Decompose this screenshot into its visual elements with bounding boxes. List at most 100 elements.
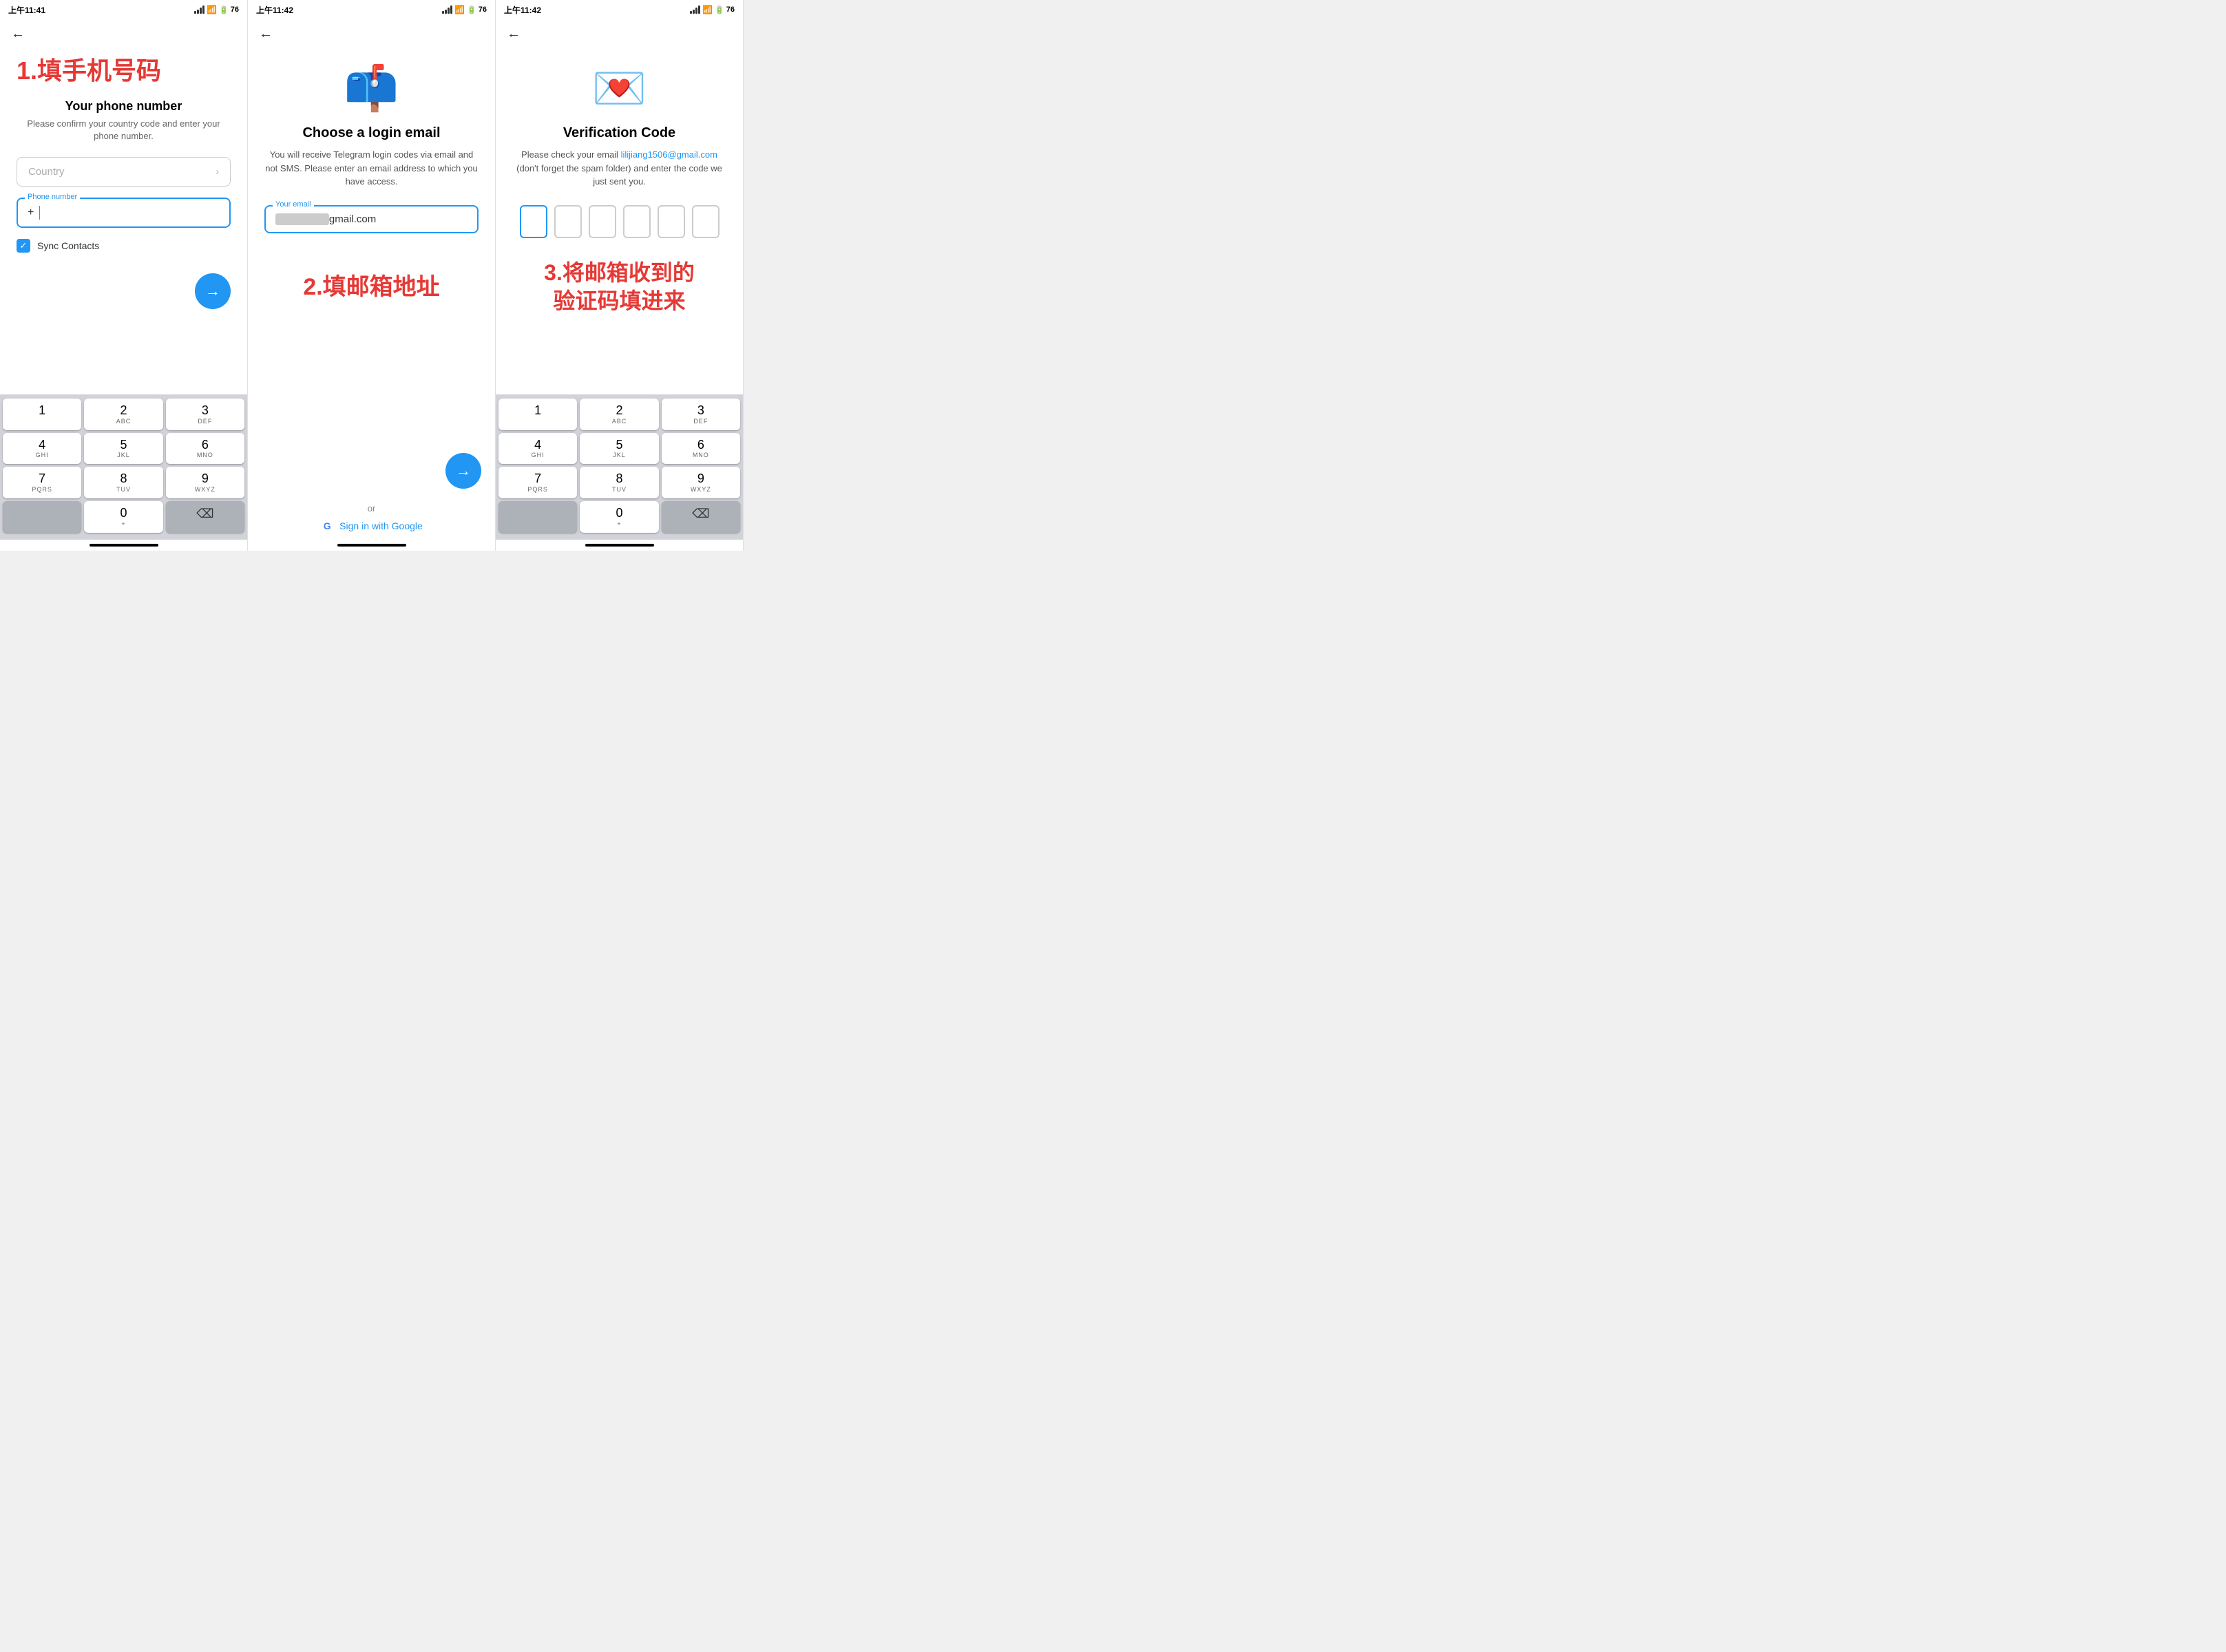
home-indicator-1 bbox=[90, 544, 158, 547]
key-num: 4 bbox=[498, 438, 577, 452]
time-2: 上午11:42 bbox=[256, 4, 293, 16]
key-2-3[interactable]: 6 MNO bbox=[166, 433, 244, 465]
key-num: 9 bbox=[662, 472, 740, 486]
phone-input-label: Phone number bbox=[25, 193, 80, 201]
verification-subtitle: Please check your email lilijiang1506@gm… bbox=[512, 148, 726, 189]
battery-1: 🔋 bbox=[219, 6, 229, 14]
key-2-2[interactable]: 5 JKL bbox=[84, 433, 162, 465]
key-num: 6 bbox=[662, 438, 740, 452]
key-2-1[interactable]: 4 GHI bbox=[3, 433, 81, 465]
verification-title: Verification Code bbox=[563, 125, 675, 141]
keyboard-row-3-1: 1 2 ABC 3 DEF bbox=[498, 399, 740, 430]
key3-3-3[interactable]: 9 WXYZ bbox=[662, 467, 740, 498]
key-letters: WXYZ bbox=[166, 486, 244, 493]
signal-icon-2 bbox=[442, 6, 452, 14]
keyboard-row-4: 0 + ⌫ bbox=[3, 501, 244, 533]
google-signin-label: Sign in with Google bbox=[339, 520, 423, 531]
code-box-2[interactable] bbox=[554, 205, 582, 238]
instruction-3: 3.将邮箱收到的验证码填进来 bbox=[544, 259, 695, 316]
key-num: 9 bbox=[166, 472, 244, 486]
key3-0[interactable]: 0 + bbox=[580, 501, 658, 533]
key3-2-2[interactable]: 5 JKL bbox=[580, 433, 658, 465]
battery-percent-2: 76 bbox=[479, 6, 487, 14]
phone-input-field[interactable]: Phone number + bbox=[17, 198, 231, 228]
key-backspace-1[interactable]: ⌫ bbox=[166, 501, 244, 533]
key3-2-3[interactable]: 6 MNO bbox=[662, 433, 740, 465]
home-indicator-3 bbox=[585, 544, 654, 547]
code-box-5[interactable] bbox=[658, 205, 685, 238]
key-3-3[interactable]: 9 WXYZ bbox=[166, 467, 244, 498]
key-letters: ABC bbox=[84, 418, 162, 425]
email-input-label: Your email bbox=[273, 200, 314, 209]
next-button-2[interactable]: → bbox=[445, 453, 481, 489]
key-letters: MNO bbox=[166, 452, 244, 458]
key-letters: MNO bbox=[662, 452, 740, 458]
sync-label: Sync Contacts bbox=[37, 240, 99, 251]
key-letters: DEF bbox=[662, 418, 740, 425]
keyboard-1: 1 2 ABC 3 DEF 4 GHI 5 JKL 6 MN bbox=[0, 394, 247, 540]
key3-3-2[interactable]: 8 TUV bbox=[580, 467, 658, 498]
screen2: 上午11:42 📶 🔋 76 ← 📫 Choose a login email … bbox=[248, 0, 496, 551]
key-letters: JKL bbox=[84, 452, 162, 458]
key-num: 0 bbox=[84, 507, 162, 520]
code-box-1[interactable] bbox=[520, 205, 547, 238]
wifi-icon: 📶 bbox=[207, 5, 217, 14]
status-icons-1: 📶 🔋 76 bbox=[194, 5, 239, 14]
back-button-3[interactable]: ← bbox=[496, 19, 743, 49]
phone-subtitle: Please confirm your country code and ent… bbox=[17, 118, 231, 142]
status-bar-1: 上午11:41 📶 🔋 76 bbox=[0, 0, 247, 19]
key3-blank bbox=[498, 501, 577, 533]
time-1: 上午11:41 bbox=[8, 4, 45, 16]
email-input-field[interactable]: Your email l••••••••••gmail.com bbox=[264, 205, 479, 233]
key3-1-3[interactable]: 3 DEF bbox=[662, 399, 740, 430]
keyboard-row-3-4: 0 + ⌫ bbox=[498, 501, 740, 533]
sync-checkbox[interactable]: ✓ bbox=[17, 239, 30, 253]
sync-contacts-row[interactable]: ✓ Sync Contacts bbox=[17, 239, 231, 253]
phone-cursor bbox=[39, 206, 40, 220]
key-num: 6 bbox=[166, 438, 244, 452]
code-box-3[interactable] bbox=[589, 205, 616, 238]
key3-2-1[interactable]: 4 GHI bbox=[498, 433, 577, 465]
key3-1-1[interactable]: 1 bbox=[498, 399, 577, 430]
key-1-2[interactable]: 2 ABC bbox=[84, 399, 162, 430]
key-1-3[interactable]: 3 DEF bbox=[166, 399, 244, 430]
keyboard-row-1: 1 2 ABC 3 DEF bbox=[3, 399, 244, 430]
phone-title: Your phone number bbox=[17, 99, 231, 114]
next-button-1[interactable]: → bbox=[195, 273, 231, 309]
mailbox-icon: 📫 bbox=[344, 63, 399, 114]
key3-3-1[interactable]: 7 PQRS bbox=[498, 467, 577, 498]
keyboard-3: 1 2 ABC 3 DEF 4 GHI 5 JKL 6 MN bbox=[496, 394, 743, 540]
battery-percent-1: 76 bbox=[231, 6, 239, 14]
key-num: 1 bbox=[498, 404, 577, 418]
key3-1-2[interactable]: 2 ABC bbox=[580, 399, 658, 430]
key-0[interactable]: 0 + bbox=[84, 501, 162, 533]
key-letters: GHI bbox=[3, 452, 81, 458]
key-letters: + bbox=[84, 520, 162, 527]
back-button-1[interactable]: ← bbox=[0, 19, 247, 49]
country-placeholder: Country bbox=[28, 166, 65, 178]
key-num: 5 bbox=[580, 438, 658, 452]
key-letters: GHI bbox=[498, 452, 577, 458]
google-icon: G bbox=[320, 519, 334, 533]
screen3: 上午11:42 📶 🔋 76 ← 💌 Verification Code Ple… bbox=[496, 0, 744, 551]
key-blank bbox=[3, 501, 81, 533]
code-box-4[interactable] bbox=[623, 205, 651, 238]
key-num: 2 bbox=[580, 404, 658, 418]
instruction-1: 1.填手机号码 bbox=[17, 56, 231, 85]
signal-icon-3 bbox=[690, 6, 700, 14]
key-num: 3 bbox=[166, 404, 244, 418]
keyboard-row-3: 7 PQRS 8 TUV 9 WXYZ bbox=[3, 467, 244, 498]
key-3-1[interactable]: 7 PQRS bbox=[3, 467, 81, 498]
google-signin-button[interactable]: G Sign in with Google bbox=[320, 519, 423, 533]
key-letters: WXYZ bbox=[662, 486, 740, 493]
key-num: 2 bbox=[84, 404, 162, 418]
country-selector[interactable]: Country › bbox=[17, 157, 231, 187]
back-button-2[interactable]: ← bbox=[248, 19, 495, 49]
choose-email-title: Choose a login email bbox=[302, 125, 440, 141]
key-letters: DEF bbox=[166, 418, 244, 425]
key-3-2[interactable]: 8 TUV bbox=[84, 467, 162, 498]
key-1-1[interactable]: 1 bbox=[3, 399, 81, 430]
code-box-6[interactable] bbox=[692, 205, 720, 238]
key-backspace-3[interactable]: ⌫ bbox=[662, 501, 740, 533]
key-num: 8 bbox=[580, 472, 658, 486]
